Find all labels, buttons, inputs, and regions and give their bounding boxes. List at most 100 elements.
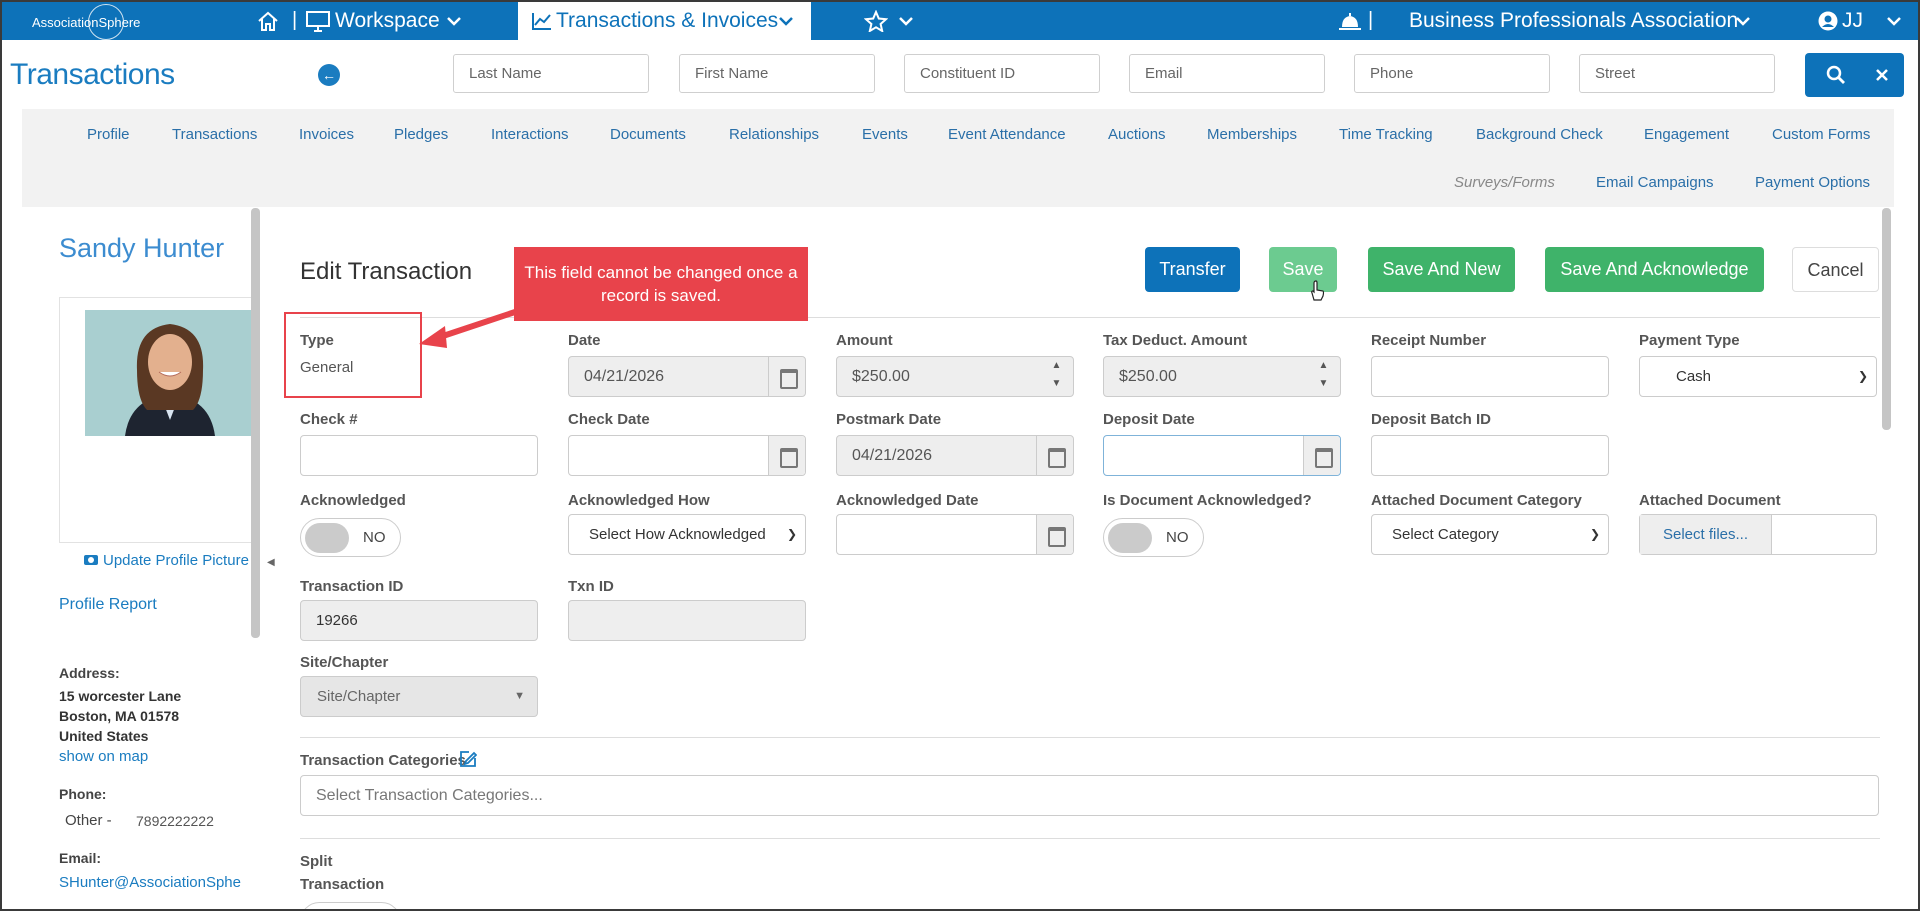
payment-type-label: Payment Type bbox=[1639, 332, 1740, 349]
chevron-down-icon[interactable] bbox=[1886, 16, 1902, 26]
postmark-date-field[interactable]: 04/21/2026 bbox=[836, 435, 1074, 476]
tax-deduct-label: Tax Deduct. Amount bbox=[1103, 332, 1248, 349]
chevron-down-icon: ❯ bbox=[1857, 369, 1868, 383]
select-files-button[interactable]: Select files... bbox=[1640, 515, 1772, 554]
acknowledged-label: Acknowledged bbox=[300, 492, 406, 509]
profile-report-link[interactable]: Profile Report bbox=[59, 596, 157, 614]
doc-category-label: Attached Document Category bbox=[1371, 492, 1582, 509]
chevron-down-icon[interactable] bbox=[446, 16, 462, 26]
toggle-knob bbox=[305, 523, 349, 553]
tax-deduct-field[interactable]: $250.00 ▲ ▼ bbox=[1103, 356, 1341, 397]
close-icon[interactable] bbox=[1875, 68, 1889, 82]
ack-date-field[interactable] bbox=[836, 514, 1074, 555]
tab-documents[interactable]: Documents bbox=[610, 126, 686, 143]
transfer-button[interactable]: Transfer bbox=[1145, 247, 1240, 292]
main-scrollbar[interactable] bbox=[1882, 208, 1891, 430]
tab-events[interactable]: Events bbox=[862, 126, 908, 143]
tab-relationships[interactable]: Relationships bbox=[729, 126, 819, 143]
left-panel-scrollbar[interactable] bbox=[251, 208, 260, 638]
transaction-categories-input[interactable]: Select Transaction Categories... bbox=[300, 775, 1879, 816]
deposit-date-label: Deposit Date bbox=[1103, 411, 1195, 428]
address-label: Address: bbox=[59, 665, 120, 681]
tab-background-check[interactable]: Background Check bbox=[1476, 126, 1603, 143]
tab-transactions[interactable]: Transactions bbox=[172, 126, 257, 143]
tab-pledges[interactable]: Pledges bbox=[394, 126, 448, 143]
save-and-acknowledge-button[interactable]: Save And Acknowledge bbox=[1545, 247, 1764, 292]
save-and-new-button[interactable]: Save And New bbox=[1368, 247, 1515, 292]
doc-ack-toggle[interactable]: NO bbox=[1103, 518, 1204, 557]
profile-photo bbox=[85, 310, 256, 436]
chevron-down-icon[interactable] bbox=[1735, 16, 1751, 26]
tab-custom-forms[interactable]: Custom Forms bbox=[1772, 126, 1870, 143]
caret-down-icon: ▼ bbox=[514, 690, 525, 702]
camera-icon[interactable] bbox=[84, 553, 98, 565]
collapse-panel-icon[interactable]: ◀ bbox=[267, 557, 275, 568]
bell-icon[interactable] bbox=[1338, 11, 1362, 31]
tab-transactions-invoices[interactable]: Transactions & Invoices bbox=[518, 2, 811, 40]
star-icon[interactable] bbox=[864, 10, 888, 32]
email-link[interactable]: SHunter@AssociationSphe bbox=[59, 874, 255, 891]
address-line-2: Boston, MA 01578 bbox=[59, 708, 180, 724]
spinner-arrows-icon[interactable]: ▲ ▼ bbox=[1040, 357, 1073, 396]
check-number-field[interactable] bbox=[300, 435, 538, 476]
tab-profile[interactable]: Profile bbox=[87, 126, 130, 143]
payment-type-select[interactable]: Cash ❯ bbox=[1639, 356, 1877, 397]
cancel-button[interactable]: Cancel bbox=[1792, 247, 1879, 292]
user-avatar-icon[interactable] bbox=[1818, 11, 1838, 31]
site-chapter-select[interactable]: Site/Chapter ▼ bbox=[300, 676, 538, 717]
doc-category-select[interactable]: Select Category ❯ bbox=[1371, 514, 1609, 555]
search-button[interactable] bbox=[1805, 53, 1904, 97]
receipt-number-field[interactable] bbox=[1371, 356, 1609, 397]
address-line-3: United States bbox=[59, 728, 149, 744]
calendar-icon[interactable] bbox=[1036, 515, 1073, 554]
search-icon[interactable] bbox=[1826, 65, 1846, 85]
tab-auctions[interactable]: Auctions bbox=[1108, 126, 1166, 143]
calendar-icon[interactable] bbox=[1036, 436, 1073, 475]
transaction-categories-label: Transaction Categories bbox=[300, 752, 466, 769]
home-icon[interactable] bbox=[256, 10, 280, 32]
save-button[interactable]: Save bbox=[1269, 247, 1337, 292]
chevron-down-icon[interactable] bbox=[898, 16, 914, 26]
first-name-search[interactable]: First Name bbox=[679, 54, 875, 93]
tab-email-campaigns[interactable]: Email Campaigns bbox=[1596, 174, 1714, 191]
calendar-icon[interactable] bbox=[768, 436, 805, 475]
user-menu[interactable]: JJ bbox=[1842, 9, 1863, 33]
tab-event-attendance[interactable]: Event Attendance bbox=[948, 126, 1066, 143]
split-toggle[interactable] bbox=[300, 902, 401, 909]
check-date-field[interactable] bbox=[568, 435, 806, 476]
date-field[interactable]: 04/21/2026 bbox=[568, 356, 806, 397]
amount-value: $250.00 bbox=[852, 368, 910, 385]
ack-how-select[interactable]: Select How Acknowledged ❯ bbox=[568, 514, 806, 555]
last-name-search[interactable]: Last Name bbox=[453, 54, 649, 93]
tab-engagement[interactable]: Engagement bbox=[1644, 126, 1729, 143]
phone-type: Other - bbox=[65, 812, 112, 829]
tax-deduct-value: $250.00 bbox=[1119, 368, 1177, 385]
back-arrow-icon[interactable]: ← bbox=[318, 64, 340, 86]
deposit-date-field[interactable] bbox=[1103, 435, 1341, 476]
chevron-down-icon[interactable] bbox=[778, 16, 794, 26]
tab-time-tracking[interactable]: Time Tracking bbox=[1339, 126, 1433, 143]
amount-field[interactable]: $250.00 ▲ ▼ bbox=[836, 356, 1074, 397]
chart-line-icon bbox=[532, 13, 551, 30]
check-number-label: Check # bbox=[300, 411, 358, 428]
show-on-map-link[interactable]: show on map bbox=[59, 748, 148, 765]
organization-menu[interactable]: Business Professionals Association bbox=[1409, 9, 1738, 33]
email-search[interactable]: Email bbox=[1129, 54, 1325, 93]
street-search[interactable]: Street bbox=[1579, 54, 1775, 93]
workspace-menu[interactable]: Workspace bbox=[335, 9, 440, 33]
constituent-id-search[interactable]: Constituent ID bbox=[904, 54, 1100, 93]
update-profile-picture-link[interactable]: Update Profile Picture bbox=[103, 552, 249, 569]
calendar-icon[interactable] bbox=[768, 357, 805, 396]
tab-memberships[interactable]: Memberships bbox=[1207, 126, 1297, 143]
acknowledged-toggle[interactable]: NO bbox=[300, 518, 401, 557]
spinner-arrows-icon[interactable]: ▲ ▼ bbox=[1307, 357, 1340, 396]
deposit-batch-field[interactable] bbox=[1371, 435, 1609, 476]
tab-payment-options[interactable]: Payment Options bbox=[1755, 174, 1870, 191]
calendar-icon[interactable] bbox=[1303, 436, 1340, 475]
edit-icon[interactable] bbox=[459, 750, 477, 768]
tab-surveys-forms[interactable]: Surveys/Forms bbox=[1454, 174, 1555, 191]
app-logo[interactable]: AssociationSphere bbox=[32, 4, 152, 40]
tab-invoices[interactable]: Invoices bbox=[299, 126, 354, 143]
tab-interactions[interactable]: Interactions bbox=[491, 126, 569, 143]
phone-search[interactable]: Phone bbox=[1354, 54, 1550, 93]
